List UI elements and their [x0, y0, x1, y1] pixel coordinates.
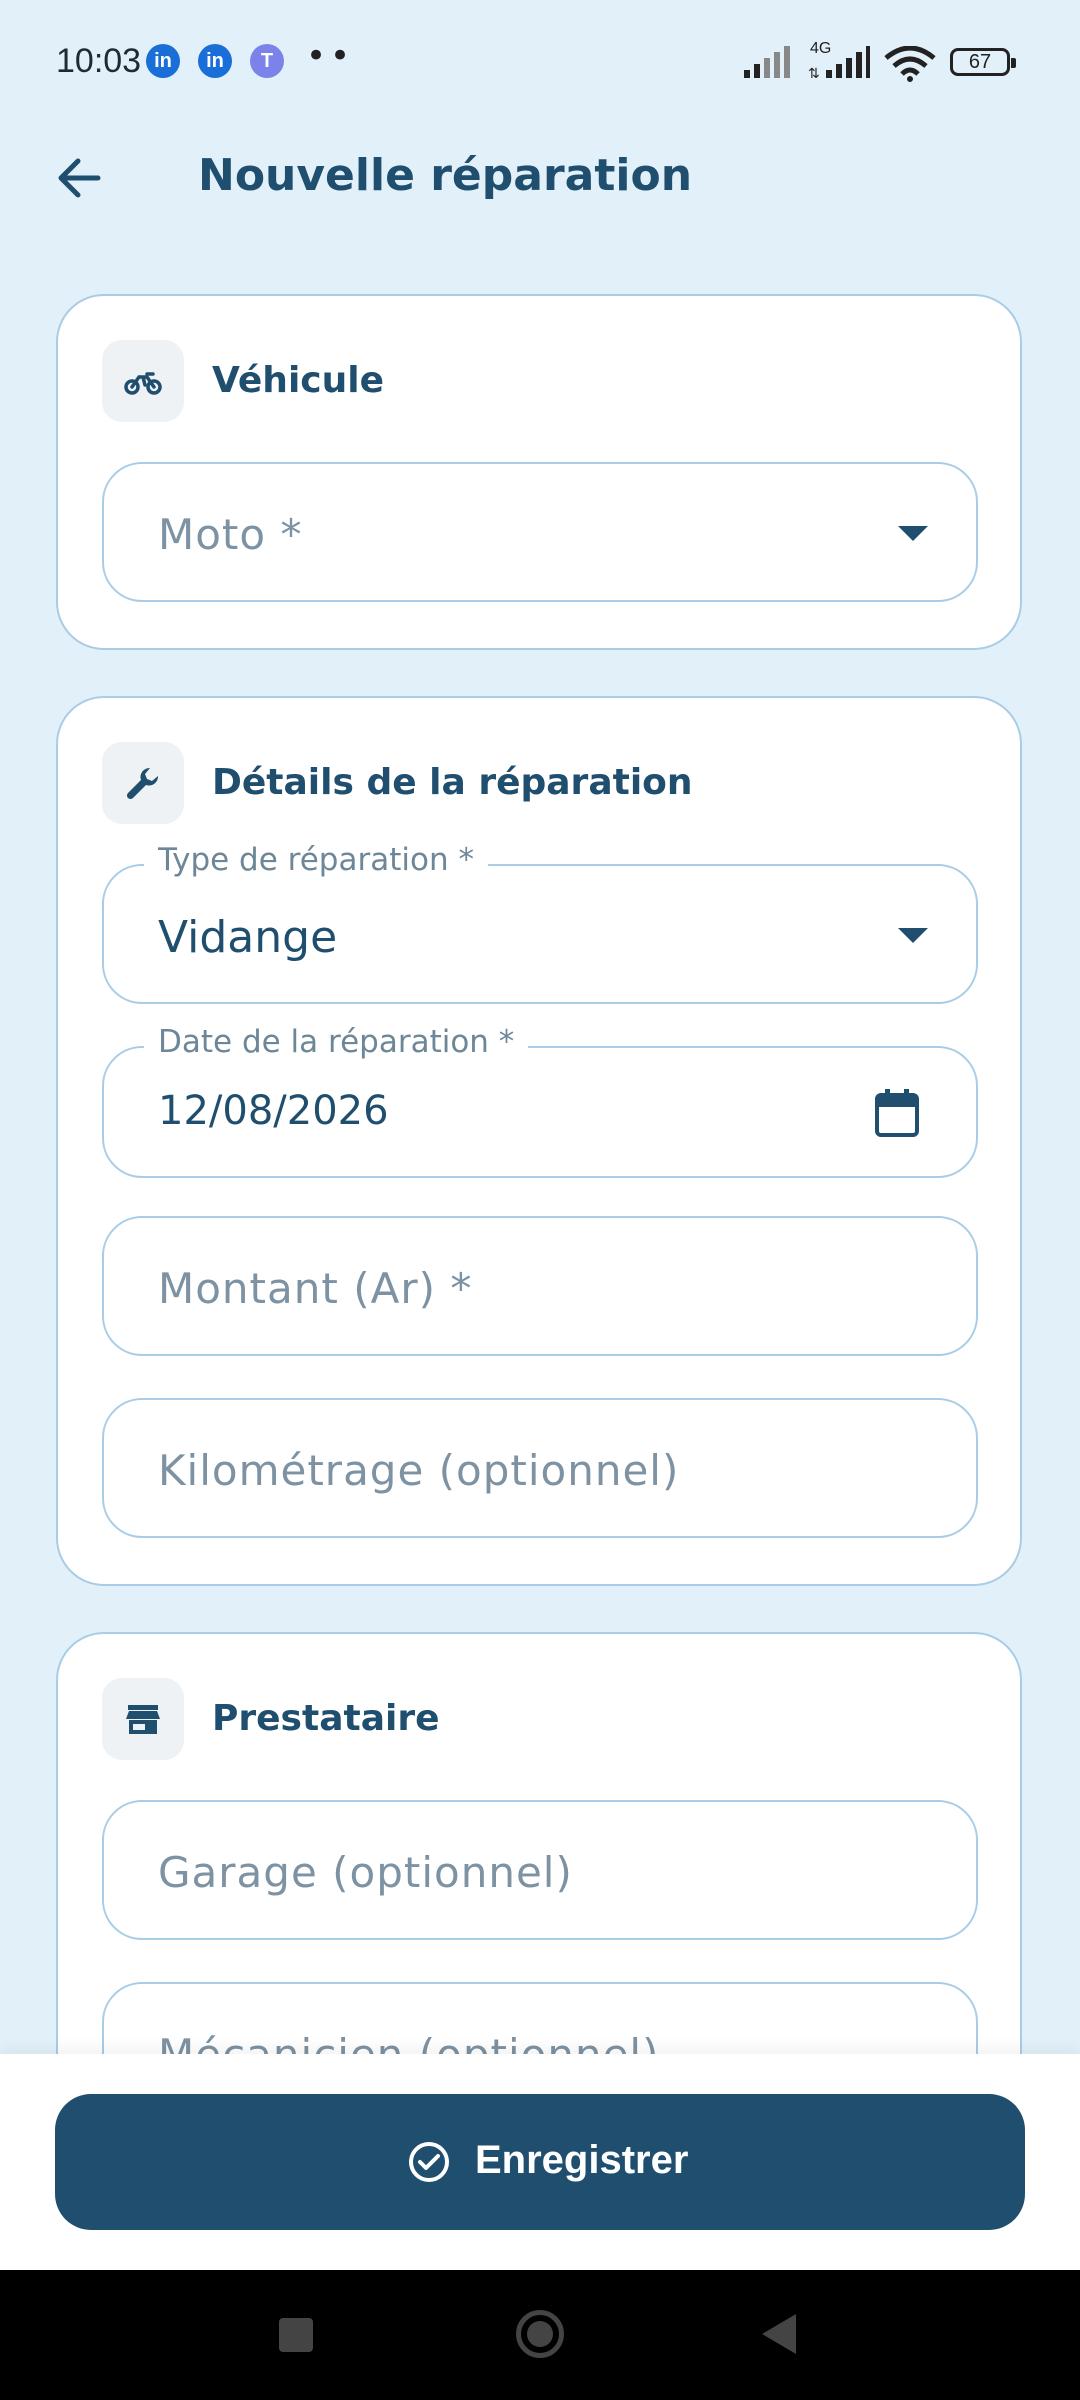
signal-4g-icon: ⇅: [808, 46, 870, 80]
repair-details-card: Détails de la réparation Type de réparat…: [56, 696, 1022, 1586]
linkedin-icon: in: [198, 44, 232, 78]
repair-type-label: Type de réparation *: [144, 842, 488, 878]
moto-select-placeholder: Moto *: [158, 510, 303, 559]
mileage-placeholder: Kilométrage (optionnel): [158, 1446, 680, 1495]
repair-date-field[interactable]: Date de la réparation * 12/08/2026: [102, 1024, 978, 1178]
teams-icon: T: [250, 44, 284, 78]
system-nav-bar: [0, 2270, 1080, 2400]
calendar-icon[interactable]: [874, 1088, 920, 1138]
mileage-input[interactable]: Kilométrage (optionnel): [102, 1398, 978, 1538]
signal-icon: [744, 46, 790, 78]
amount-placeholder: Montant (Ar) *: [158, 1264, 473, 1313]
save-button-label: Enregistrer: [475, 2138, 689, 2182]
vehicle-card: Véhicule Moto *: [56, 294, 1022, 650]
svg-text:⇅: ⇅: [808, 66, 820, 80]
dropdown-caret-icon: [898, 928, 928, 943]
system-back-icon[interactable]: [762, 2314, 796, 2354]
amount-input[interactable]: Montant (Ar) *: [102, 1216, 978, 1356]
garage-input[interactable]: Garage (optionnel): [102, 1800, 978, 1940]
repair-type-select[interactable]: Type de réparation * Vidange: [102, 842, 978, 1004]
store-icon: [102, 1678, 184, 1760]
wrench-icon: [102, 742, 184, 824]
home-icon[interactable]: [516, 2310, 564, 2358]
back-arrow-icon[interactable]: [50, 148, 110, 208]
motorcycle-icon: [102, 340, 184, 422]
repair-date-label: Date de la réparation *: [144, 1024, 529, 1060]
battery-indicator: 67: [950, 48, 1016, 76]
provider-card-title: Prestataire: [212, 1698, 440, 1739]
page-title: Nouvelle réparation: [198, 150, 693, 201]
save-button[interactable]: Enregistrer: [55, 2094, 1025, 2230]
repair-type-value: Vidange: [158, 912, 338, 963]
linkedin-icon: in: [146, 44, 180, 78]
dropdown-caret-icon: [898, 526, 928, 541]
recents-icon[interactable]: [279, 2318, 313, 2352]
more-notifications-icon: ••: [306, 36, 355, 76]
wifi-icon: [884, 46, 936, 82]
vehicle-card-title: Véhicule: [212, 360, 385, 401]
repair-details-title: Détails de la réparation: [212, 762, 693, 803]
garage-placeholder: Garage (optionnel): [158, 1848, 573, 1897]
app-bar: Nouvelle réparation: [0, 120, 1080, 230]
bottom-action-bar: Enregistrer: [0, 2054, 1080, 2270]
status-time: 10:03: [56, 42, 142, 80]
status-bar: 10:03 in in T •• 4G ⇅ 67: [0, 0, 1080, 120]
check-circle-icon: [409, 2142, 449, 2182]
repair-date-value: 12/08/2026: [158, 1088, 389, 1134]
moto-select[interactable]: Moto *: [102, 462, 978, 602]
